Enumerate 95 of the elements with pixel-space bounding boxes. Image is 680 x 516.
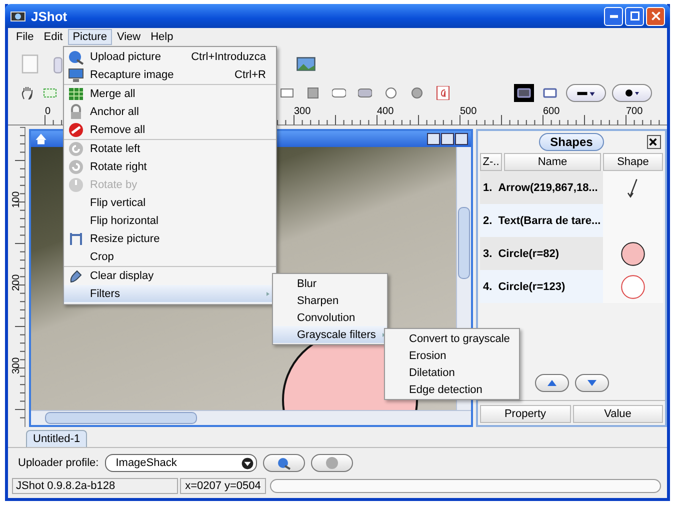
circle-icon: [384, 86, 398, 100]
ruler-label: 200: [11, 274, 22, 291]
row-index: 2.: [483, 214, 492, 226]
menu-item[interactable]: Convert to grayscale: [385, 330, 519, 347]
column-header[interactable]: Value: [572, 405, 663, 423]
maximize-button[interactable]: [625, 6, 644, 26]
restore-button[interactable]: [441, 133, 454, 145]
move-down-button[interactable]: [574, 374, 608, 392]
window-title: JShot: [31, 8, 68, 24]
menu-item[interactable]: Blur: [273, 275, 387, 292]
page-icon: [20, 52, 40, 76]
menu-item[interactable]: Crop: [64, 248, 276, 267]
stop-icon: [324, 455, 340, 471]
menu-item[interactable]: Grayscale filters: [273, 326, 387, 343]
menu-item[interactable]: View: [112, 28, 146, 44]
menu-item[interactable]: Merge all: [64, 85, 276, 103]
app-icon: [34, 132, 48, 146]
rectangle-icon: [517, 86, 531, 100]
close-icon: [650, 10, 662, 22]
ruler-label: 300: [11, 357, 22, 374]
panel-title: Shapes: [539, 133, 604, 151]
menu-item[interactable]: Help: [146, 28, 178, 44]
rotate-right-icon: [68, 158, 84, 174]
menu-item[interactable]: Picture: [68, 28, 112, 44]
menu-item[interactable]: Rotate right: [64, 158, 276, 176]
grid-icon: [68, 86, 84, 102]
rotate-left-icon: [68, 140, 84, 156]
stop-button[interactable]: [310, 454, 353, 472]
close-icon: [648, 137, 658, 147]
brush-icon: [68, 268, 84, 284]
menu-item[interactable]: Upload picture Ctrl+Introduzca: [64, 48, 276, 66]
caret-icon: [240, 456, 254, 470]
document-tab[interactable]: Untitled-1: [26, 430, 88, 447]
line-style-icon: [577, 90, 595, 96]
ruler-label: 100: [11, 191, 22, 208]
monitor-icon: [68, 67, 84, 83]
menu-item[interactable]: Sharpen: [273, 292, 387, 309]
menu-item[interactable]: Recapture image Ctrl+R: [64, 66, 276, 85]
menu-item[interactable]: Erosion: [385, 347, 519, 364]
ruler-label: 300: [294, 106, 311, 117]
line-style-dropdown[interactable]: [566, 84, 606, 102]
menu-item[interactable]: Rotate left: [64, 140, 276, 158]
resize-icon: [68, 230, 84, 246]
shape-name: Circle(r=82): [498, 248, 560, 260]
menu-item[interactable]: File: [11, 28, 39, 44]
status-coordinates: x=0207 y=0504: [180, 478, 266, 494]
horizontal-scrollbar[interactable]: [31, 410, 471, 425]
submenu-arrow-icon: [264, 290, 272, 298]
circle-shape-icon: [620, 274, 646, 300]
ruler-label: 0: [45, 106, 51, 117]
no-entry-icon: [68, 122, 84, 138]
shape-name: Circle(r=123): [498, 280, 566, 292]
menu-item[interactable]: Flip vertical: [64, 194, 276, 212]
menu-item[interactable]: Resize picture: [64, 230, 276, 248]
uploader-label: Uploader profile:: [18, 457, 99, 469]
column-header[interactable]: Name: [504, 153, 601, 171]
column-header[interactable]: Shape: [603, 153, 663, 171]
ruler-label: 600: [543, 106, 560, 117]
column-header[interactable]: Z-..: [480, 153, 502, 171]
menu-item[interactable]: Clear display: [64, 267, 276, 285]
column-header[interactable]: Property: [480, 405, 570, 423]
minimize-icon: [610, 14, 618, 18]
text-icon: [436, 86, 450, 100]
move-up-button[interactable]: [534, 374, 568, 392]
fill-style-dropdown[interactable]: [612, 84, 652, 102]
row-index: 4.: [483, 280, 492, 292]
filled-circle-icon: [410, 86, 424, 100]
rectangle-icon: [280, 86, 294, 100]
shape-name: Arrow(219,867,18...: [498, 182, 598, 194]
row-index: 3.: [483, 248, 492, 260]
filled-circle-shape-icon: [620, 240, 646, 266]
upload-button[interactable]: [262, 454, 305, 472]
row-index: 1.: [483, 182, 492, 194]
ruler-label: 400: [377, 106, 394, 117]
menu-item[interactable]: Diletation: [385, 364, 519, 381]
menu-item[interactable]: Remove all: [64, 121, 276, 140]
rectangle-tool[interactable]: [514, 84, 534, 102]
minimize-button[interactable]: [427, 133, 440, 145]
ruler-label: 700: [626, 106, 643, 117]
menu-item[interactable]: Flip horizontal: [64, 212, 276, 230]
maximize-icon: [628, 10, 640, 22]
menu-item[interactable]: Edit: [38, 28, 68, 44]
uploader-dropdown[interactable]: ImageShack: [104, 454, 257, 472]
ruler-label: 500: [460, 106, 477, 117]
menu-item[interactable]: Convolution: [273, 309, 387, 326]
shape-name: Text(Barra de tare...: [498, 214, 601, 226]
lock-icon: [68, 104, 84, 120]
menu-item[interactable]: Anchor all: [64, 103, 276, 121]
close-button[interactable]: [647, 135, 661, 149]
rotate-icon: [68, 176, 84, 192]
filled-square-icon: [306, 86, 320, 100]
status-version: JShot 0.9.8.2a-b128: [12, 478, 178, 494]
menu-item[interactable]: Edge detection: [385, 381, 519, 398]
close-button[interactable]: [455, 133, 468, 145]
rectangle-icon: [543, 86, 557, 100]
